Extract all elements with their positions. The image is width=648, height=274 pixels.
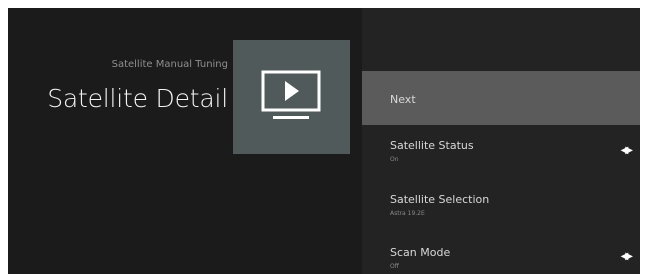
left-right-arrows-icon[interactable]: ◀▶ <box>621 251 634 262</box>
menu-item-label: Scan Mode <box>390 246 451 259</box>
channel-tile <box>233 40 350 154</box>
page-title: Satellite Detail <box>47 84 228 113</box>
tv-screen: Satellite Manual Tuning Satellite Detail… <box>8 8 640 274</box>
breadcrumb: Satellite Manual Tuning <box>111 59 228 70</box>
menu-item-label: Satellite Status <box>390 139 474 152</box>
settings-menu: Next Satellite Status On ◀▶ Satellite Se… <box>362 8 640 274</box>
menu-item-satellite-status[interactable]: Satellite Status On ◀▶ <box>362 133 640 181</box>
menu-item-label: Next <box>390 93 416 106</box>
menu-item-value: Astra 19.2E <box>390 210 425 217</box>
tv-play-icon <box>261 70 321 119</box>
menu-item-satellite-selection[interactable]: Satellite Selection Astra 19.2E <box>362 188 640 236</box>
menu-item-next[interactable]: Next <box>362 71 640 125</box>
left-right-arrows-icon[interactable]: ◀▶ <box>621 145 634 156</box>
menu-item-value: On <box>390 156 399 163</box>
left-panel: Satellite Manual Tuning Satellite Detail <box>8 8 362 274</box>
menu-item-scan-mode[interactable]: Scan Mode Off ◀▶ <box>362 240 640 274</box>
menu-item-label: Satellite Selection <box>390 193 490 206</box>
menu-item-value: Off <box>390 263 399 270</box>
